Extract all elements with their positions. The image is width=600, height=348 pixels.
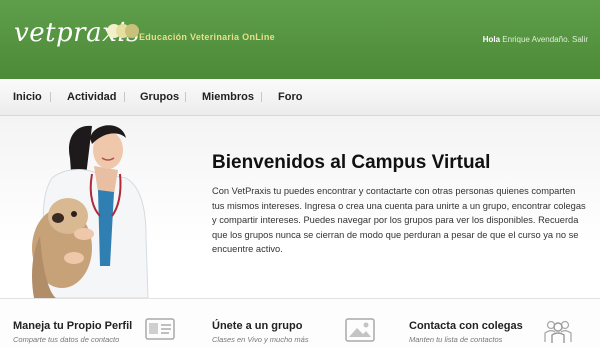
feature-subtitle-contacts: Manten tu lista de contactos (409, 335, 503, 344)
logo-dots-icon (107, 24, 139, 40)
site-tagline: Educación Veterinaria OnLine (139, 32, 275, 42)
greeting-label: Hola (482, 35, 501, 44)
hero-title: Bienvenidos al Campus Virtual (212, 152, 491, 173)
nav-divider (50, 92, 51, 102)
profile-card-icon (145, 318, 175, 340)
nav-divider (185, 92, 186, 102)
people-group-icon (544, 320, 572, 343)
hero-intro-text: Con VetPraxis tu puedes encontrar y cont… (212, 186, 586, 255)
nav-divider (124, 92, 125, 102)
feature-title-profile: Maneja tu Propio Perfil (13, 320, 133, 332)
user-name-link[interactable]: Enrique Avendaño. (502, 35, 569, 44)
logout-link[interactable]: Salir (572, 35, 588, 44)
nav-item-inicio[interactable]: Inicio (13, 91, 42, 103)
nav-divider (261, 92, 262, 102)
nav-item-grupos[interactable]: Grupos (140, 91, 179, 103)
veterinarian-with-dog-photo (32, 125, 149, 298)
site-header: vetpraxis Educación Veterinaria OnLine H… (0, 0, 600, 79)
nav-item-miembros[interactable]: Miembros (202, 91, 254, 103)
feature-subtitle-profile: Comparte tus datos de contacto (13, 335, 120, 344)
nav-item-actividad[interactable]: Actividad (67, 91, 117, 103)
main-nav: Inicio Actividad Grupos Miembros Foro (0, 79, 600, 116)
feature-title-contacts: Contacta con colegas (409, 320, 523, 332)
feature-subtitle-group: Clases en Vivo y mucho más (212, 335, 309, 344)
features-strip: Maneja tu Propio Perfil Comparte tus dat… (0, 298, 600, 348)
feature-title-group: Únete a un grupo (212, 320, 303, 332)
nav-item-foro[interactable]: Foro (278, 91, 302, 103)
user-greeting: Hola Enrique Avendaño. Salir (483, 35, 588, 44)
image-frame-icon (345, 318, 375, 342)
